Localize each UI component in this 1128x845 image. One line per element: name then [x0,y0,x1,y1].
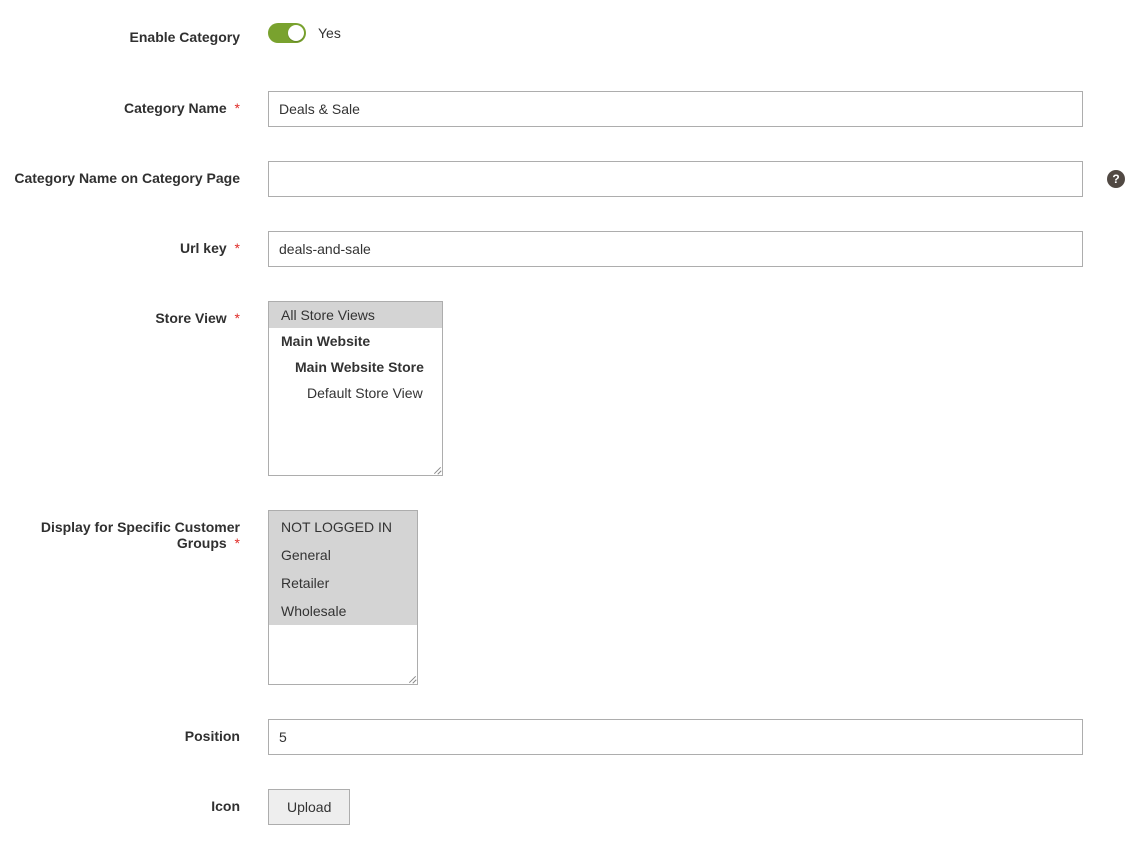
label-text: Position [185,728,240,744]
customer-group-option-general[interactable]: General [269,541,417,569]
enable-category-value: Yes [318,25,341,41]
resize-handle-icon[interactable] [431,464,441,474]
label-text: Store View [155,310,226,326]
resize-handle-icon[interactable] [406,673,416,683]
required-marker: * [235,310,240,326]
customer-group-option-not-logged-in[interactable]: NOT LOGGED IN [269,511,417,541]
store-view-option-store[interactable]: Main Website Store [269,354,442,380]
store-view-option-all[interactable]: All Store Views [269,302,442,328]
label-text: Enable Category [130,29,240,45]
customer-group-option-retailer[interactable]: Retailer [269,569,417,597]
icon-label: Icon [0,789,268,814]
label-text: Category Name [124,100,227,116]
category-name-on-page-input[interactable] [268,161,1083,197]
category-name-on-page-label: Category Name on Category Page [0,161,268,186]
required-marker: * [235,535,240,551]
store-view-option-website[interactable]: Main Website [269,328,442,354]
toggle-knob [288,25,304,41]
label-text: Url key [180,240,227,256]
store-view-option-view[interactable]: Default Store View [269,380,442,406]
url-key-label: Url key * [0,231,268,256]
label-text: Display for Specific Customer Groups [41,519,240,551]
store-view-label: Store View * [0,301,268,326]
enable-category-toggle[interactable] [268,23,306,43]
position-label: Position [0,719,268,744]
label-text: Icon [211,798,240,814]
customer-groups-label: Display for Specific Customer Groups * [0,510,268,551]
url-key-input[interactable] [268,231,1083,267]
customer-groups-select[interactable]: NOT LOGGED IN General Retailer Wholesale [268,510,418,685]
help-icon[interactable]: ? [1107,170,1125,188]
required-marker: * [235,240,240,256]
store-view-select[interactable]: All Store Views Main Website Main Websit… [268,301,443,476]
position-input[interactable] [268,719,1083,755]
upload-button[interactable]: Upload [268,789,350,825]
category-name-input[interactable] [268,91,1083,127]
label-text: Category Name on Category Page [14,170,240,186]
category-name-label: Category Name * [0,91,268,116]
enable-category-label: Enable Category [0,20,268,45]
customer-group-option-wholesale[interactable]: Wholesale [269,597,417,625]
required-marker: * [235,100,240,116]
